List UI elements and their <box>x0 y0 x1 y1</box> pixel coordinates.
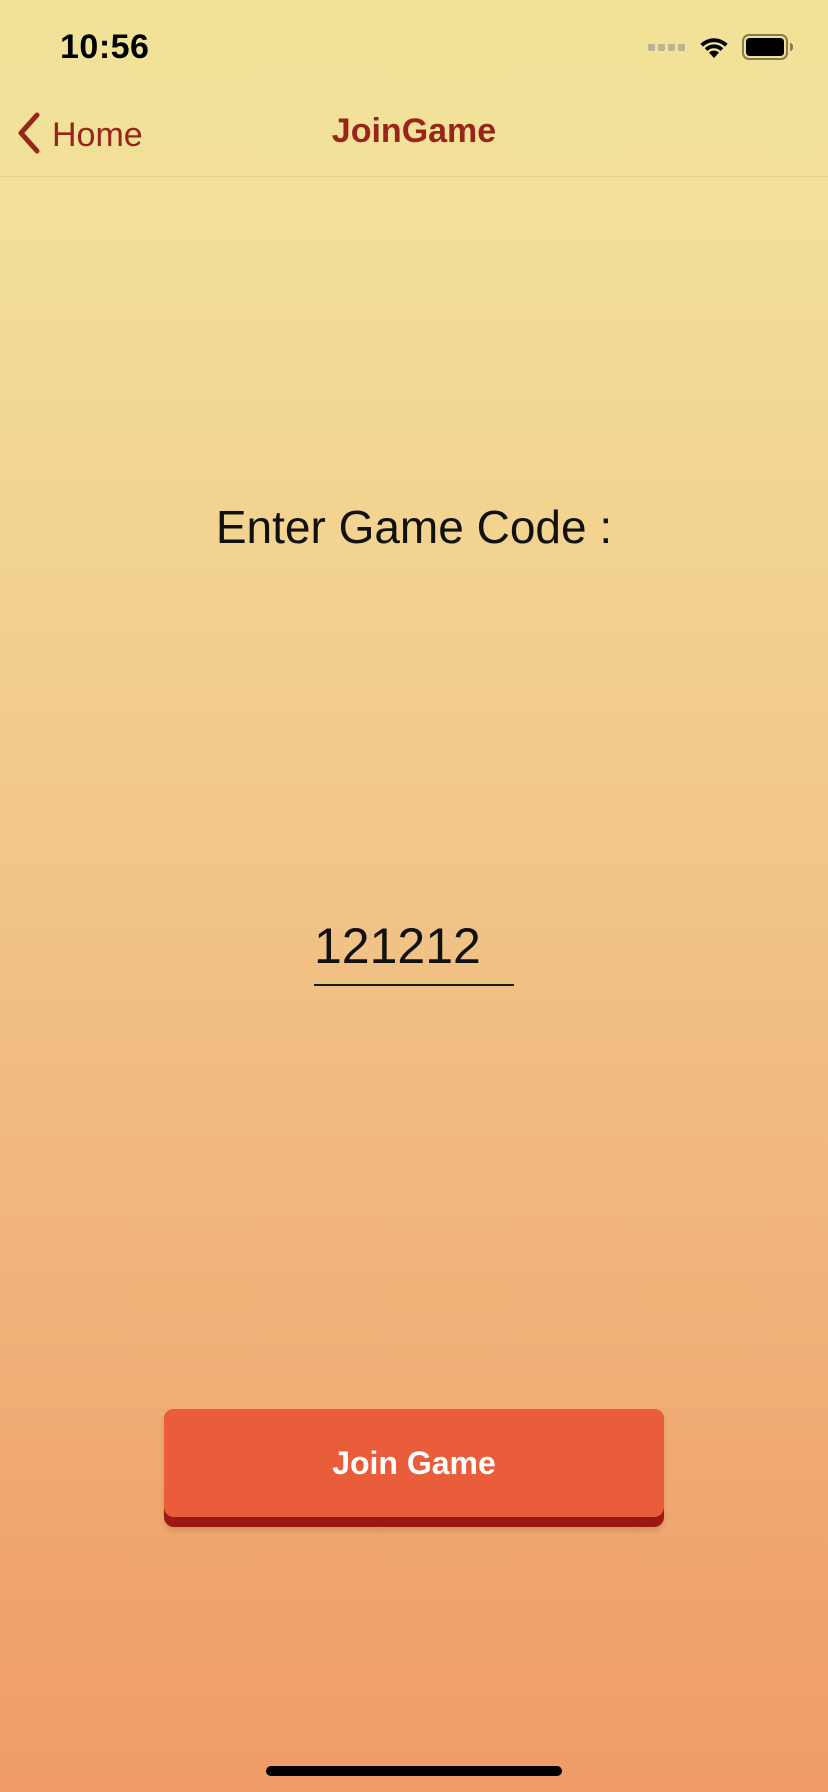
page-title: JoinGame <box>331 112 497 150</box>
status-time: 10:56 <box>60 28 150 66</box>
status-icons <box>648 33 794 65</box>
game-code-input[interactable] <box>314 912 514 980</box>
join-game-label: Join Game <box>332 1444 496 1481</box>
game-code-prompt: Enter Game Code : <box>215 501 613 553</box>
navigation-bar: Home JoinGame <box>0 100 828 177</box>
join-game-button[interactable]: Join Game <box>164 1409 664 1527</box>
wifi-icon <box>698 34 730 65</box>
battery-icon <box>742 33 794 65</box>
status-bar: 10:56 <box>0 0 828 100</box>
cellular-signal-icon <box>648 40 686 58</box>
game-code-field <box>314 912 514 986</box>
home-indicator <box>266 1766 562 1776</box>
join-game-button-face: Join Game <box>164 1409 664 1517</box>
